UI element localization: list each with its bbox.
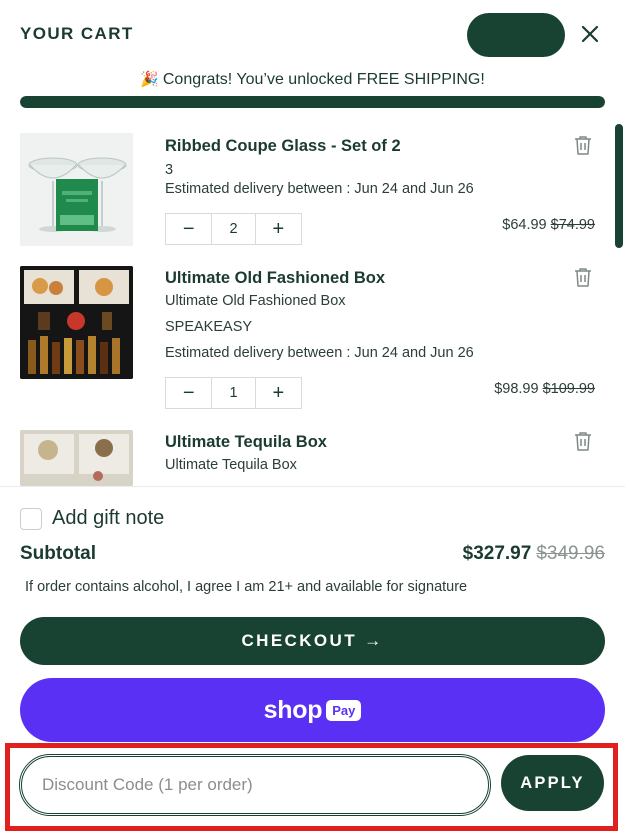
item-variant: Ultimate Old Fashioned Box — [165, 293, 346, 309]
shipping-progress-fill — [20, 96, 605, 108]
quantity-value[interactable]: 2 — [211, 214, 256, 244]
item-delivery-estimate: Estimated delivery between : Jun 24 and … — [165, 345, 474, 361]
shop-pay-button[interactable]: shop Pay — [20, 678, 605, 742]
gift-note-checkbox[interactable] — [20, 507, 42, 530]
party-popper-icon: 🎉 — [140, 71, 159, 88]
trash-icon — [575, 432, 591, 451]
apply-discount-button[interactable]: APPLY — [501, 755, 604, 811]
close-icon — [581, 25, 599, 43]
cart-items-scrollbar[interactable] — [615, 124, 623, 248]
gift-note-label[interactable]: Add gift note — [52, 507, 164, 530]
subtotal-compare-price: $349.96 — [536, 543, 605, 564]
item-title[interactable]: Ultimate Old Fashioned Box — [165, 269, 385, 288]
remove-item-button[interactable] — [574, 135, 592, 155]
cart-header: YOUR CART — [0, 0, 625, 68]
cart-item: Ultimate Tequila Box Ultimate Tequila Bo… — [0, 420, 612, 486]
item-price: $64.99 $74.99 — [502, 217, 595, 233]
shop-pay-logo-shop: shop — [263, 695, 323, 724]
discount-code-input[interactable] — [19, 754, 491, 816]
item-delivery-estimate: Estimated delivery between : Jun 24 and … — [165, 181, 474, 197]
product-image-coupe-glass[interactable] — [20, 133, 133, 246]
decrease-quantity-button[interactable]: − — [166, 378, 211, 408]
footer-divider — [0, 486, 625, 487]
item-variant-option: SPEAKEASY — [165, 319, 253, 335]
close-button[interactable] — [576, 20, 604, 48]
compare-at-price: $109.99 — [542, 381, 595, 397]
age-verification-notice: If order contains alcohol, I agree I am … — [25, 579, 468, 595]
item-variant: Ultimate Tequila Box — [165, 457, 297, 473]
header-action-button[interactable] — [467, 13, 565, 57]
quantity-stepper: − 1 + — [165, 377, 302, 409]
item-price: $98.99 $109.99 — [494, 381, 595, 397]
cart-title: YOUR CART — [20, 24, 134, 43]
sale-price: $98.99 — [494, 381, 539, 397]
cart-item: Ribbed Coupe Glass - Set of 2 3 Estimate… — [0, 124, 612, 254]
increase-quantity-button[interactable]: + — [256, 378, 301, 408]
trash-icon — [575, 268, 591, 287]
free-shipping-message: 🎉 Congrats! You’ve unlocked FREE SHIPPING… — [0, 70, 625, 89]
shop-pay-logo-pay: Pay — [326, 699, 362, 721]
remove-item-button[interactable] — [574, 431, 592, 451]
item-variant: 3 — [165, 162, 174, 178]
cart-item: Ultimate Old Fashioned Box Ultimate Old … — [0, 256, 612, 416]
decrease-quantity-button[interactable]: − — [166, 214, 211, 244]
quantity-value[interactable]: 1 — [211, 378, 256, 408]
item-title[interactable]: Ultimate Tequila Box — [165, 433, 327, 452]
sale-price: $64.99 — [502, 217, 547, 233]
quantity-stepper: − 2 + — [165, 213, 302, 245]
subtotal-price: $327.97 — [462, 543, 532, 564]
coupe-glass-illustration — [20, 133, 133, 246]
remove-item-button[interactable] — [574, 267, 592, 287]
compare-at-price: $74.99 — [550, 217, 595, 233]
subtotal-amount: $327.97 $349.96 — [463, 543, 605, 565]
old-fashioned-box-illustration — [20, 266, 133, 379]
subtotal-label: Subtotal — [20, 543, 96, 564]
trash-icon — [575, 136, 591, 155]
free-shipping-text: Congrats! You’ve unlocked FREE SHIPPING! — [162, 71, 485, 88]
cart-items-list[interactable]: Ribbed Coupe Glass - Set of 2 3 Estimate… — [0, 124, 625, 486]
tequila-box-illustration — [20, 430, 133, 486]
product-image-old-fashioned-box[interactable] — [20, 266, 133, 379]
product-image-tequila-box[interactable] — [20, 430, 133, 486]
increase-quantity-button[interactable]: + — [256, 214, 301, 244]
gift-note-row: Add gift note — [20, 507, 164, 530]
checkout-button[interactable]: CHECKOUT → — [20, 617, 605, 665]
item-title[interactable]: Ribbed Coupe Glass - Set of 2 — [165, 137, 401, 156]
shipping-progress-bar — [20, 96, 605, 108]
